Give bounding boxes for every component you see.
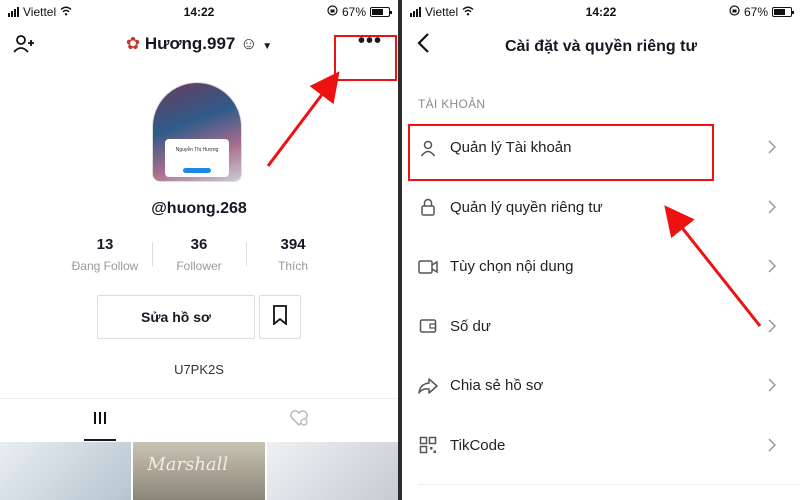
wallet-icon	[418, 316, 438, 336]
chevron-right-icon	[768, 140, 777, 159]
menu-item-privacy[interactable]: Quản lý quyền riêng tư	[402, 178, 800, 238]
menu-item-share-profile[interactable]: Chia sẻ hồ sơ	[402, 356, 800, 416]
thumbnail-text: Marshall	[147, 454, 229, 475]
settings-header: Cài đặt và quyền riêng tư	[402, 26, 800, 70]
stat-following[interactable]: 13 Đang Follow	[58, 236, 152, 273]
chevron-right-icon	[768, 199, 777, 219]
lock-icon	[418, 197, 438, 217]
stat-value: 36	[190, 236, 208, 253]
avatar[interactable]: Nguyễn Thị Hương	[152, 82, 242, 182]
profile-tabs	[0, 398, 398, 442]
settings-screen: Viettel 14:22 67% Cài đặt và quyền riêng…	[402, 0, 800, 500]
battery-icon	[772, 7, 794, 17]
menu-item-label: Số dư	[450, 317, 491, 335]
menu-item-label: Chia sẻ hồ sơ	[450, 377, 544, 395]
bookmark-button[interactable]	[259, 295, 301, 339]
battery-percent: 67%	[743, 5, 768, 19]
stat-label: Thích	[277, 259, 308, 273]
avatar-caption: Nguyễn Thị Hương	[175, 147, 219, 153]
chevron-right-icon	[768, 437, 777, 457]
status-bar: Viettel 14:22 67%	[0, 0, 398, 24]
profile-name: Hương.997	[144, 34, 236, 53]
chevron-right-icon	[768, 259, 777, 278]
video-icon	[418, 257, 438, 277]
bookmark-icon	[272, 304, 288, 330]
annotation-box-more-options	[334, 35, 397, 81]
avatar-card: Nguyễn Thị Hương	[165, 139, 229, 177]
maple-leaf-icon: ✿	[125, 34, 141, 53]
divider	[418, 484, 800, 485]
stats-row: 13 Đang Follow 36 Follower 394 Thích	[58, 236, 340, 273]
share-icon	[418, 376, 438, 396]
video-thumbnail[interactable]: Marshall	[133, 442, 265, 500]
video-thumbnail[interactable]	[266, 442, 398, 500]
chevron-right-icon	[768, 378, 777, 397]
username: @huong.268	[151, 200, 247, 217]
tab-videos[interactable]	[0, 399, 199, 441]
stat-followers[interactable]: 36 Follower	[152, 236, 246, 273]
menu-item-tikcode[interactable]: TikCode	[402, 416, 800, 476]
status-bar: Viettel 14:22 67%	[402, 0, 800, 24]
orientation-lock-icon	[327, 5, 338, 19]
stat-label: Follower	[176, 259, 222, 273]
menu-item-label: TikCode	[450, 436, 506, 454]
menu-item-label: Quản lý quyền riêng tư	[450, 198, 603, 216]
avatar-card-bar	[183, 168, 211, 173]
chevron-down-icon: ▼	[262, 41, 273, 52]
menu-item-balance[interactable]: Số dư	[402, 297, 800, 357]
tab-liked[interactable]	[199, 399, 398, 441]
stat-value: 13	[96, 236, 114, 253]
video-grid: Marshall	[0, 442, 398, 500]
menu-item-content-preferences[interactable]: Tùy chọn nội dung	[402, 237, 800, 297]
stat-likes: 394 Thích	[246, 236, 340, 273]
menu-item-label: Tùy chọn nội dung	[450, 258, 574, 276]
battery-icon	[370, 7, 392, 17]
heart-lock-icon	[289, 409, 309, 432]
page-title: Cài đặt và quyền riêng tư	[504, 38, 698, 55]
chevron-right-icon	[768, 318, 777, 338]
profile-code: U7PK2S	[174, 362, 224, 377]
stat-value: 394	[280, 236, 306, 253]
clown-emoji-icon: ☺	[240, 34, 258, 53]
orientation-lock-icon	[729, 5, 740, 19]
battery-percent: 67%	[341, 5, 366, 19]
annotation-box-manage-account	[408, 124, 714, 181]
edit-profile-button[interactable]: Sửa hồ sơ	[97, 295, 255, 339]
grid-icon	[92, 410, 108, 431]
video-thumbnail[interactable]	[0, 442, 132, 500]
stat-label: Đang Follow	[71, 259, 139, 273]
section-header: TÀI KHOẢN	[418, 97, 486, 111]
qr-icon	[418, 435, 438, 455]
